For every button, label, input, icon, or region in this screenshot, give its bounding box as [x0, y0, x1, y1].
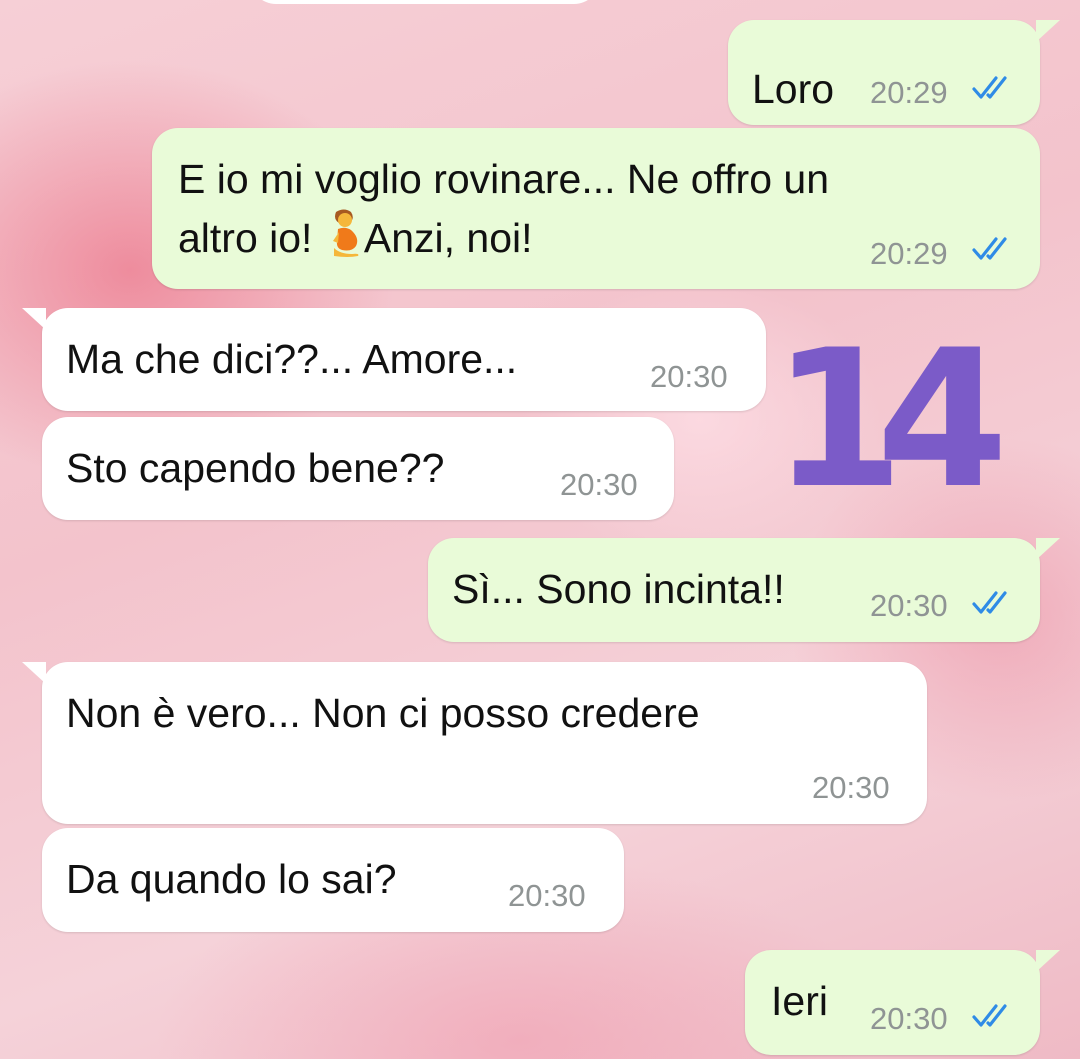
message-time: 20:30	[508, 878, 586, 913]
message-time: 20:29	[870, 75, 948, 110]
message-time: 20:30	[560, 467, 638, 502]
message-text-segment: altro io!	[178, 215, 313, 261]
read-receipt-icon	[972, 1004, 1007, 1027]
message-text: Sì... Sono incinta!!	[452, 566, 785, 612]
pregnant-person-emoji-icon	[324, 208, 364, 273]
message-text: Sto capendo bene??	[66, 445, 445, 491]
message-time: 20:30	[650, 359, 728, 394]
episode-number-badge: 14	[772, 309, 1008, 530]
message-text: Ieri	[771, 978, 828, 1024]
read-receipt-icon	[972, 591, 1007, 614]
message-text: Da quando lo sai?	[66, 856, 397, 902]
message-text-line-2: altro io! Anzi, noi!	[178, 208, 533, 273]
message-time: 20:29	[870, 236, 948, 271]
message-bubble-outgoing[interactable]: Ieri 20:30	[745, 950, 1060, 1055]
message-bubble-incoming[interactable]: Non è vero... Non ci posso credere 20:30	[22, 662, 927, 824]
message-time: 20:30	[870, 588, 948, 623]
read-receipt-icon	[972, 237, 1007, 260]
message-bubble-incoming[interactable]: Da quando lo sai? 20:30	[42, 828, 624, 932]
message-bubble-outgoing[interactable]: Loro 20:29	[728, 20, 1060, 125]
message-text: Non è vero... Non ci posso credere	[66, 690, 700, 736]
message-text: Ma che dici??... Amore...	[66, 336, 518, 382]
message-text-line-1: E io mi voglio rovinare... Ne offro un	[178, 156, 829, 202]
message-bubble-incoming[interactable]: Ma che dici??... Amore... 20:30	[22, 308, 766, 411]
read-receipt-icon	[972, 76, 1007, 99]
message-time: 20:30	[870, 1001, 948, 1036]
message-bubble-outgoing[interactable]: Sì... Sono incinta!! 20:30	[428, 538, 1060, 642]
message-text-segment: Anzi, noi!	[363, 215, 533, 261]
message-bubble-incoming[interactable]: Sto capendo bene?? 20:30	[42, 417, 674, 520]
previous-message-fragment	[250, 0, 600, 4]
message-bubble-outgoing[interactable]: E io mi voglio rovinare... Ne offro un a…	[152, 128, 1040, 289]
message-text: Loro	[752, 66, 835, 112]
message-time: 20:30	[812, 770, 890, 805]
